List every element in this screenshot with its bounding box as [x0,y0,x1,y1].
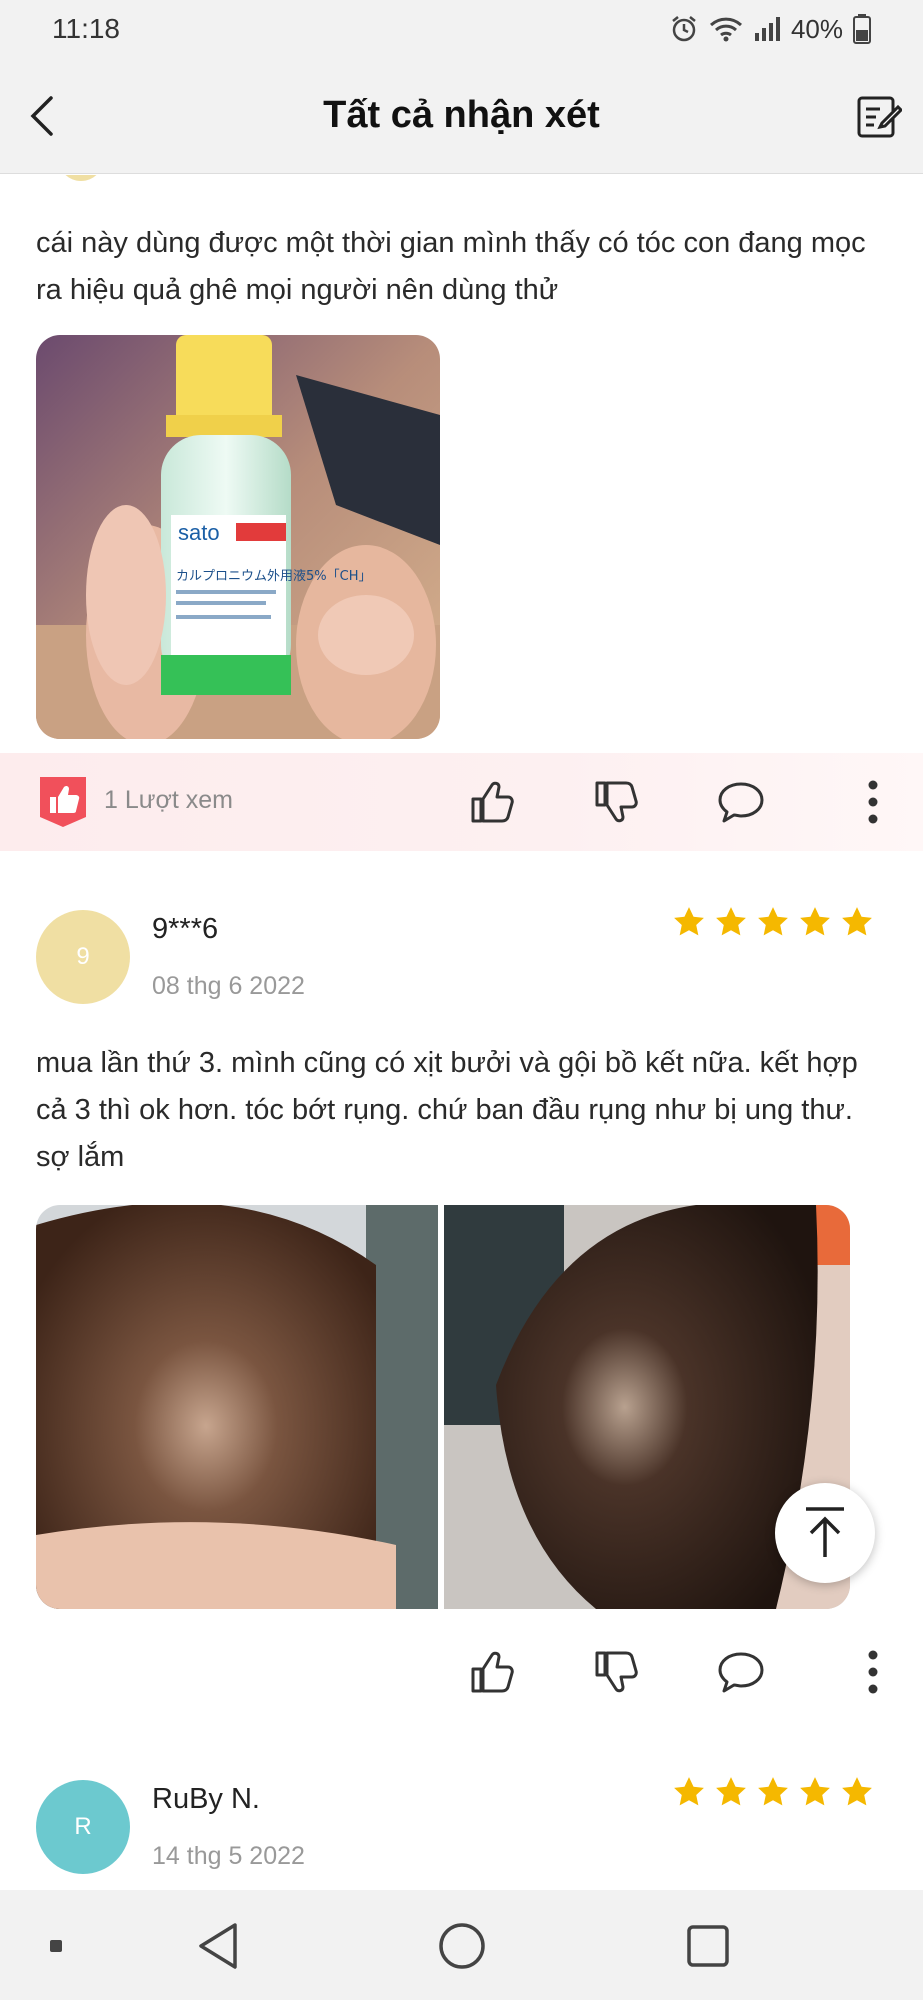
comment-button[interactable] [713,1644,769,1700]
star-icon [842,1777,872,1806]
comment-icon [718,782,764,823]
review-photo[interactable]: sato カルプロニウム外用液5%「CH」 [36,335,440,739]
scroll-to-top-button[interactable] [775,1483,875,1583]
arrow-up-icon [806,1507,844,1557]
status-icons: 40% [669,14,871,45]
nav-dot-button[interactable] [28,1918,84,1974]
star-icon [674,907,704,936]
circle-home-icon [439,1923,485,1969]
status-bar: 11:18 40% [0,0,923,58]
star-icon [758,1777,788,1806]
review-date: 08 thg 6 2022 [152,972,305,1000]
thumb-up-icon [471,1651,514,1693]
square-recents-icon [687,1925,729,1967]
more-options-button[interactable] [845,1644,901,1700]
nav-recents-button[interactable] [680,1918,736,1974]
dislike-button[interactable] [588,774,644,830]
username: RuBy N. [152,1783,260,1815]
dot-icon [50,1940,62,1952]
nav-back-button[interactable] [190,1918,246,1974]
more-vertical-icon [868,1650,878,1694]
review-list[interactable]: cái này dùng được một thời gian mình thấ… [0,175,923,1890]
like-badge [36,773,90,829]
username: 9***6 [152,913,219,945]
alarm-icon [672,16,696,42]
like-button[interactable] [464,1644,520,1700]
comment-button[interactable] [713,774,769,830]
status-time: 11:18 [52,13,120,44]
more-vertical-icon [868,780,878,824]
star-icon [758,907,788,936]
review-date: 14 thg 5 2022 [152,1842,305,1870]
review-text: mua lần thứ 3. mình cũng có xịt bưởi và … [36,1047,858,1173]
avatar: R [36,1780,130,1874]
app-header: Tất cả nhận xét [0,58,923,174]
star-icon [716,907,746,936]
wifi-icon [709,17,742,42]
star-rating [672,905,874,939]
signal-icon [754,17,780,41]
triangle-back-icon [199,1923,237,1969]
thumb-up-badge-icon [40,777,86,827]
comment-icon [718,1652,764,1693]
thumb-down-icon [595,1651,638,1693]
thumb-down-icon [595,781,638,823]
like-button[interactable] [464,774,520,830]
nav-home-button[interactable] [434,1918,490,1974]
page-title: Tất cả nhận xét [323,94,600,136]
system-nav-bar [0,1890,923,2000]
photo-caption: カルプロニウム外用液5%「CH」 [176,569,371,584]
thumb-up-icon [471,781,514,823]
dislike-button[interactable] [588,1644,644,1700]
star-icon [716,1777,746,1806]
hair-photos [36,1205,850,1609]
review-text: cái này dùng được một thời gian mình thấ… [36,227,866,306]
review-action-bar: 1 Lượt xem [0,753,923,851]
star-icon [674,1777,704,1806]
edit-note-icon [857,96,902,138]
more-options-button[interactable] [845,774,901,830]
review-action-bar [0,1623,923,1721]
write-review-button[interactable] [853,90,905,142]
star-rating [672,1775,874,1809]
star-icon [800,907,830,936]
review-photos [36,1205,850,1609]
battery-percent: 40% [790,13,843,44]
photo-brand-label: sato [178,520,220,545]
avatar [58,175,104,181]
view-count: 1 Lượt xem [104,786,234,814]
star-icon [800,1777,830,1806]
product-photo: sato カルプロニウム外用液5%「CH」 [36,335,440,739]
battery-icon [853,14,871,44]
avatar: 9 [36,910,130,1004]
star-icon [842,907,872,936]
